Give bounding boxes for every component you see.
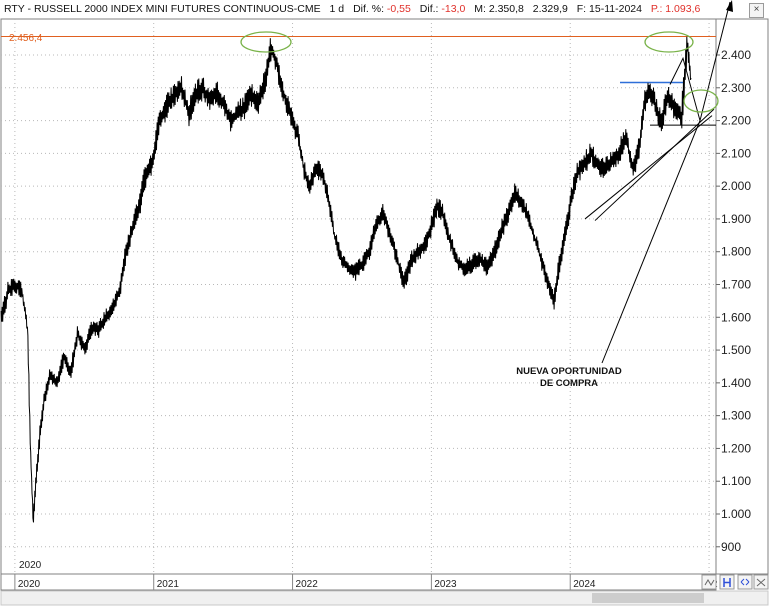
y-tick-label: 1.600 [721, 310, 751, 324]
x-tick-label: 2022 [296, 579, 319, 590]
y-tick-label: 2.300 [721, 81, 751, 95]
y-tick-label: 1.400 [721, 376, 751, 390]
x-tick-label: 2020 [18, 579, 41, 590]
y-tick-label: 2.100 [721, 146, 751, 160]
y-tick-label: 2.000 [721, 179, 751, 193]
close-button[interactable]: × [749, 3, 764, 18]
m-label: M: [474, 3, 486, 15]
y-tick-label: 2.200 [721, 114, 751, 128]
time-axis [0, 573, 717, 591]
price-axis [715, 18, 769, 575]
annotation-line-2: DE COMPRA [540, 378, 598, 389]
start-year-label: 2020 [19, 560, 42, 571]
f-value: 15-11-2024 [589, 3, 642, 15]
y-tick-label: 1.100 [721, 474, 751, 488]
x-tick-label: 2023 [434, 579, 457, 590]
symbol-name: RTY - RUSSELL 2000 INDEX MINI FUTURES CO… [4, 3, 321, 15]
y-tick-label: 1.200 [721, 441, 751, 455]
dif-value: -13,0 [441, 3, 466, 15]
toolbar [701, 574, 769, 590]
last-value: 2.329,9 [532, 3, 568, 15]
dif-label: Dif.: [419, 3, 439, 15]
y-tick-label: 1.000 [721, 507, 751, 521]
close-icon: × [753, 4, 760, 15]
y-tick-label: 1.700 [721, 278, 751, 292]
x-tick-label: 2021 [157, 579, 180, 590]
resistance-label: 2.456,4 [9, 33, 43, 44]
y-tick-label: 900 [721, 540, 741, 554]
p-value: 1.093,6 [665, 3, 701, 15]
f-label: F: [576, 3, 587, 15]
projection-arrowhead [726, 0, 733, 12]
scrollbar-thumb[interactable] [592, 593, 704, 603]
p-label: P.: [650, 3, 663, 15]
period: 1 d [329, 3, 345, 15]
dif-pct-value: -0,55 [386, 3, 411, 15]
y-tick-label: 1.800 [721, 245, 751, 259]
m-value: 2.350,8 [488, 3, 524, 15]
chart-window: 900 1.000 1.100 1.200 1.300 1.400 1.500 1.600 1.… [0, 0, 769, 606]
compress-tool-button[interactable] [737, 574, 753, 590]
x-tick-label: 2024 [573, 579, 596, 590]
y-tick-label: 1.300 [721, 409, 751, 423]
y-tick-label: 1.900 [721, 212, 751, 226]
y-tick-label: 1.500 [721, 343, 751, 357]
plot-area[interactable] [0, 18, 717, 575]
dif-pct-label: Dif. %: [353, 3, 384, 15]
y-tick-label: 2.400 [721, 48, 751, 62]
annotation-line-1: NUEVA OPORTUNIDAD [516, 366, 622, 377]
chart-header: RTY - RUSSELL 2000 INDEX MINI FUTURES CO… [4, 3, 700, 15]
